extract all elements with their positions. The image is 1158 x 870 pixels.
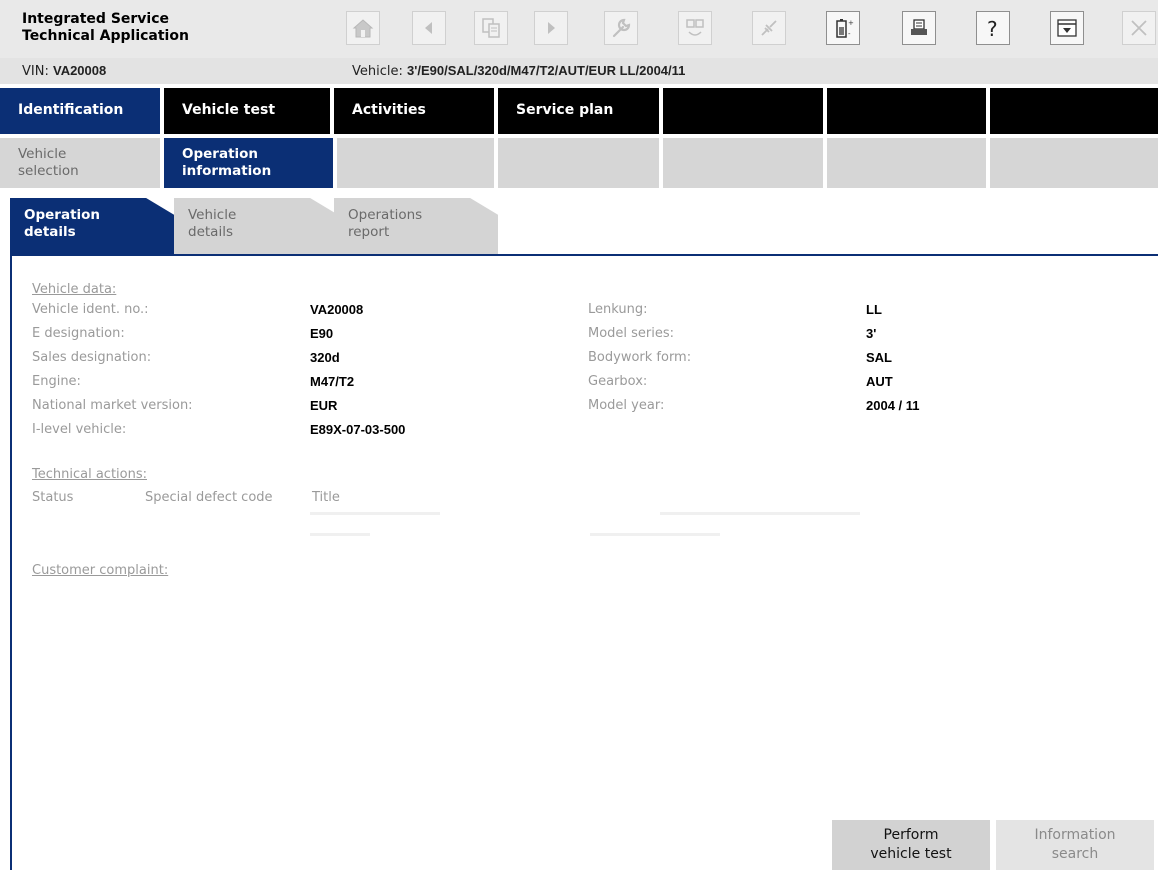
main-navigation: Identification Vehicle test Activities S… bbox=[0, 88, 1158, 134]
subnav-operation-information[interactable]: Operation information bbox=[164, 138, 333, 188]
perform-vehicle-test-button[interactable]: Perform vehicle test bbox=[832, 820, 990, 870]
module-switch-button[interactable] bbox=[678, 11, 712, 45]
svg-text:?: ? bbox=[987, 17, 998, 40]
subnav-empty-3 bbox=[663, 138, 823, 188]
print-icon bbox=[911, 19, 927, 35]
subnav-vehicle-selection[interactable]: Vehicle selection bbox=[0, 138, 160, 188]
back-button[interactable] bbox=[412, 11, 446, 45]
nav-tab-activities[interactable]: Activities bbox=[334, 88, 494, 134]
table-row-placeholder bbox=[660, 512, 860, 515]
dropdown-panel-button[interactable] bbox=[1050, 11, 1084, 45]
vehicle-ident-value: VA20008 bbox=[310, 302, 364, 317]
vin-display: VIN: VA20008 bbox=[22, 63, 106, 79]
forward-icon bbox=[548, 22, 555, 34]
battery-button[interactable]: + - bbox=[826, 11, 860, 45]
subnav-empty-5 bbox=[990, 138, 1158, 188]
home-icon bbox=[352, 19, 374, 38]
vehicle-value: 3'/E90/SAL/320d/M47/T2/AUT/EUR LL/2004/1… bbox=[407, 63, 686, 78]
lenkung-value: LL bbox=[866, 302, 882, 317]
information-search-button[interactable]: Information search bbox=[996, 820, 1154, 870]
page-tabs: Operation details Vehicle details Operat… bbox=[10, 198, 1158, 254]
close-icon bbox=[1131, 20, 1147, 36]
module-switch-icon bbox=[686, 19, 704, 36]
documents-button[interactable] bbox=[474, 11, 508, 45]
i-level-value: E89X-07-03-500 bbox=[310, 422, 406, 437]
title-bar: Integrated Service Technical Application… bbox=[0, 0, 1158, 58]
technical-actions-title: Technical actions: bbox=[32, 467, 147, 482]
tab-operation-details[interactable]: Operation details bbox=[10, 198, 174, 254]
nav-tab-empty-1 bbox=[663, 88, 823, 134]
svg-text:-: - bbox=[848, 30, 851, 38]
dropdown-panel-icon bbox=[1057, 19, 1077, 37]
subnav-empty-1 bbox=[337, 138, 494, 188]
column-status: Status bbox=[32, 490, 74, 505]
bodywork-form-value: SAL bbox=[866, 350, 892, 365]
sales-designation-value: 320d bbox=[310, 350, 340, 365]
subnav-empty-2 bbox=[498, 138, 659, 188]
forward-button[interactable] bbox=[534, 11, 568, 45]
vin-value: VA20008 bbox=[52, 63, 107, 78]
model-year-value: 2004 / 11 bbox=[866, 398, 920, 413]
engine-value: M47/T2 bbox=[310, 374, 355, 389]
nav-tab-identification[interactable]: Identification bbox=[0, 88, 160, 134]
vehicle-ident-label: Vehicle ident. no.: bbox=[32, 302, 149, 317]
back-icon bbox=[425, 22, 432, 34]
vehicle-display: Vehicle: 3'/E90/SAL/320d/M47/T2/AUT/EUR … bbox=[352, 63, 685, 79]
engine-label: Engine: bbox=[32, 374, 81, 389]
table-row-placeholder bbox=[310, 512, 440, 515]
operation-details-panel bbox=[10, 254, 1158, 870]
close-button[interactable] bbox=[1122, 11, 1156, 45]
svg-text:+: + bbox=[848, 19, 854, 27]
print-button[interactable] bbox=[902, 11, 936, 45]
help-button[interactable]: ? bbox=[976, 11, 1010, 45]
customer-complaint-title: Customer complaint: bbox=[32, 563, 169, 578]
e-designation-label: E designation: bbox=[32, 326, 125, 341]
wrench-button[interactable] bbox=[604, 11, 638, 45]
table-row-placeholder bbox=[310, 533, 370, 536]
sub-navigation: Vehicle selection Operation information bbox=[0, 138, 1158, 188]
model-series-label: Model series: bbox=[588, 326, 675, 341]
model-series-value: 3' bbox=[866, 326, 877, 341]
column-special-defect-code: Special defect code bbox=[145, 490, 273, 505]
vehicle-info-bar: VIN: VA20008 Vehicle: 3'/E90/SAL/320d/M4… bbox=[0, 58, 1158, 84]
table-row-placeholder bbox=[590, 533, 720, 536]
i-level-label: I-level vehicle: bbox=[32, 422, 127, 437]
national-market-value: EUR bbox=[310, 398, 338, 413]
model-year-label: Model year: bbox=[588, 398, 665, 413]
national-market-label: National market version: bbox=[32, 398, 193, 413]
home-button[interactable] bbox=[346, 11, 380, 45]
app-title: Integrated Service Technical Application bbox=[22, 11, 189, 44]
gearbox-value: AUT bbox=[866, 374, 893, 389]
battery-icon: +- bbox=[836, 19, 854, 38]
e-designation-value: E90 bbox=[310, 326, 334, 341]
lenkung-label: Lenkung: bbox=[588, 302, 648, 317]
vehicle-data-title: Vehicle data: bbox=[32, 282, 117, 297]
vehicle-label: Vehicle: bbox=[352, 64, 403, 79]
wrench-icon bbox=[612, 18, 631, 38]
subnav-empty-4 bbox=[827, 138, 986, 188]
help-icon: ? bbox=[987, 17, 998, 40]
column-title: Title bbox=[312, 490, 340, 505]
nav-tab-empty-2 bbox=[827, 88, 986, 134]
sales-designation-label: Sales designation: bbox=[32, 350, 152, 365]
documents-icon bbox=[482, 18, 500, 38]
nav-tab-empty-3 bbox=[990, 88, 1158, 134]
nav-tab-vehicle-test[interactable]: Vehicle test bbox=[164, 88, 330, 134]
connection-icon bbox=[761, 20, 777, 36]
tab-vehicle-details[interactable]: Vehicle details bbox=[174, 198, 338, 254]
gearbox-label: Gearbox: bbox=[588, 374, 648, 389]
vin-label: VIN: bbox=[22, 64, 49, 79]
bodywork-form-label: Bodywork form: bbox=[588, 350, 692, 365]
connection-button[interactable] bbox=[752, 11, 786, 45]
tab-operations-report[interactable]: Operations report bbox=[334, 198, 498, 254]
nav-tab-service-plan[interactable]: Service plan bbox=[498, 88, 659, 134]
